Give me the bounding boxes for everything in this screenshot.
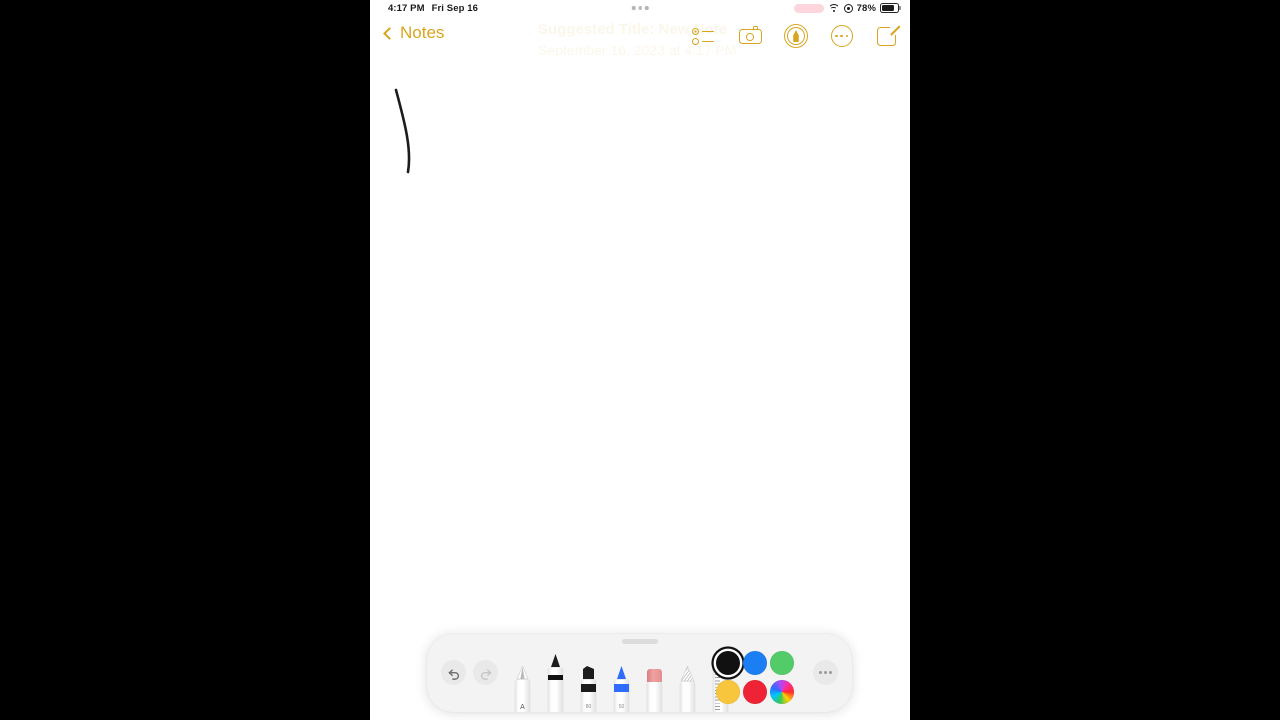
more-icon[interactable]	[830, 24, 854, 48]
color-swatches	[716, 651, 794, 704]
status-time: 4:17 PM	[388, 2, 425, 14]
color-red[interactable]	[743, 680, 767, 704]
tool-tip	[581, 666, 596, 680]
battery-percent: 78%	[856, 2, 876, 14]
undo-button[interactable]	[441, 660, 466, 685]
navigation-bar: Notes Suggested Title: New Note Septembe…	[370, 16, 910, 58]
ink-stroke-curve	[394, 88, 411, 174]
redo-button[interactable]	[473, 660, 498, 685]
navbar-tools	[692, 16, 901, 56]
wifi-icon	[827, 4, 840, 13]
multitask-dot	[644, 6, 649, 10]
tool-highlighter[interactable]: 50	[614, 666, 629, 712]
tool-tip	[680, 666, 695, 682]
back-button-label: Notes	[400, 23, 445, 42]
tool-body	[647, 682, 662, 712]
palette-more-button[interactable]	[813, 660, 838, 685]
back-to-notes-button[interactable]: Notes	[383, 23, 445, 43]
device-screen: 4:17 PM Fri Sep 16 78% Notes Suggested T…	[370, 0, 910, 720]
undo-redo-group	[441, 660, 498, 685]
multitasking-dots[interactable]	[631, 6, 649, 10]
tool-color-band	[614, 684, 629, 692]
color-yellow[interactable]	[716, 680, 740, 704]
chevron-left-icon	[383, 26, 396, 40]
markup-tool-palette[interactable]: A 80 50	[427, 634, 852, 712]
status-bar: 4:17 PM Fri Sep 16 78%	[370, 0, 910, 16]
color-black[interactable]	[716, 651, 740, 675]
tool-body	[680, 682, 695, 712]
battery-icon	[880, 3, 901, 13]
tool-fountain-pen[interactable]: A	[515, 665, 530, 712]
tool-color-band	[581, 684, 596, 692]
recording-indicator-icon	[793, 3, 824, 13]
drawing-tools: A 80 50	[515, 634, 740, 712]
tool-pencil[interactable]	[680, 666, 695, 712]
multitask-dot	[631, 6, 636, 10]
tool-size-label: A	[520, 704, 525, 711]
camera-icon[interactable]	[738, 24, 762, 48]
tool-tip	[647, 668, 662, 682]
tool-color-band	[548, 675, 563, 680]
markup-icon[interactable]	[784, 24, 808, 48]
compose-icon[interactable]	[876, 24, 901, 48]
tool-size-label: 80	[585, 704, 592, 710]
status-bar-left: 4:17 PM Fri Sep 16	[370, 3, 478, 14]
color-blue[interactable]	[743, 651, 767, 675]
tool-tip	[614, 666, 629, 680]
tool-size-label: 50	[618, 704, 625, 710]
tool-pen[interactable]	[548, 654, 563, 712]
location-services-icon	[843, 3, 853, 13]
color-picker[interactable]	[770, 680, 794, 704]
tool-eraser[interactable]	[647, 668, 662, 712]
status-bar-right: 78%	[793, 2, 901, 14]
tool-tip	[548, 654, 563, 668]
status-date: Fri Sep 16	[431, 2, 479, 14]
tool-marker[interactable]: 80	[581, 666, 596, 712]
tool-tip	[515, 665, 530, 680]
note-canvas[interactable]	[370, 56, 910, 720]
checklist-icon[interactable]	[692, 24, 716, 48]
color-green[interactable]	[770, 651, 794, 675]
multitask-dot	[638, 6, 642, 10]
